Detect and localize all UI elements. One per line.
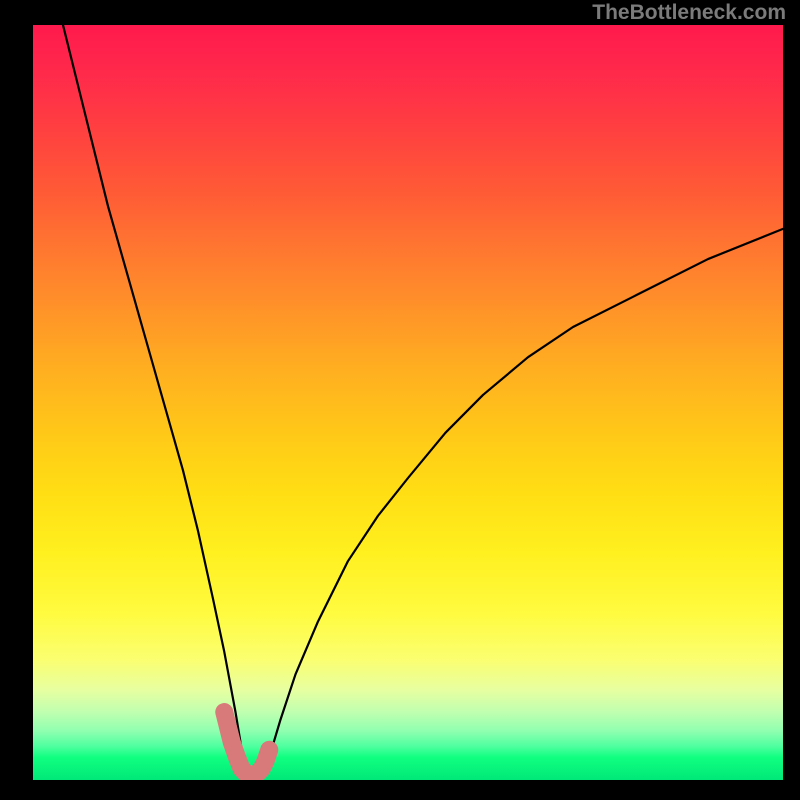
- curve-layer: [33, 25, 783, 780]
- curve-bottom-highlight: [224, 712, 269, 776]
- attribution-text: TheBottleneck.com: [592, 1, 786, 25]
- plot-area: [33, 25, 783, 780]
- chart-frame: TheBottleneck.com: [0, 0, 800, 800]
- bottleneck-curve: [63, 25, 783, 776]
